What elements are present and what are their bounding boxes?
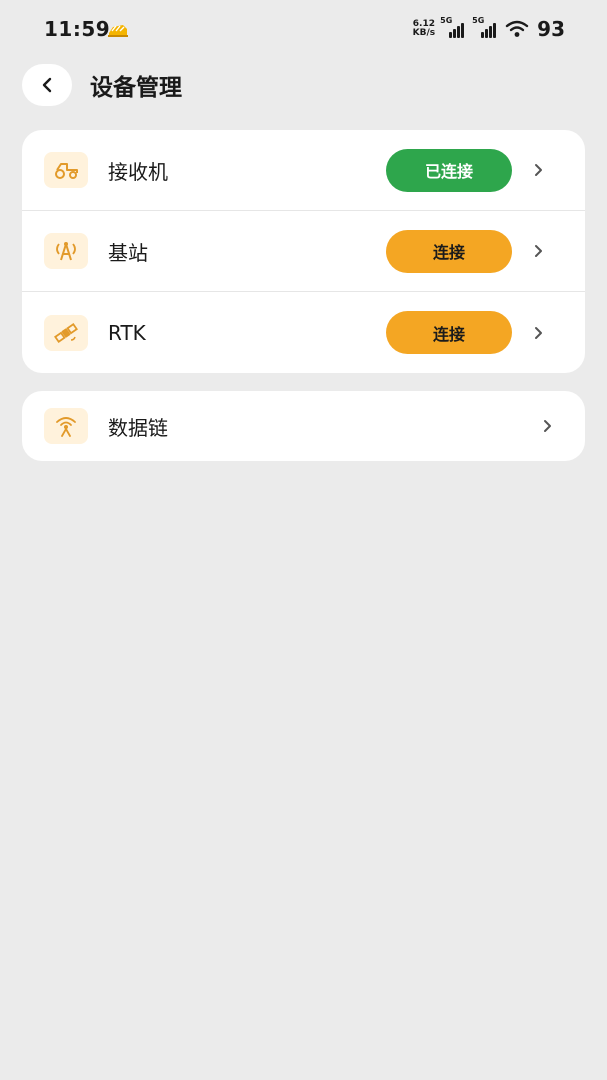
status-bar: 11:59 6.12 KB/s 5G 5G 93 [0, 0, 607, 58]
antenna-icon [44, 233, 88, 269]
app-notification-icon [108, 25, 128, 37]
satellite-icon [44, 314, 88, 351]
back-button[interactable] [22, 64, 72, 106]
wifi-icon [505, 20, 529, 37]
device-label-rtk: RTK [108, 320, 146, 345]
device-row-receiver[interactable]: 接收机 已连接 [22, 130, 585, 211]
chevron-left-icon [42, 77, 52, 93]
status-time: 11:59 [44, 17, 111, 41]
device-row-rtk[interactable]: RTK 连接 [22, 292, 585, 373]
header: 设备管理 [22, 64, 182, 106]
status-indicators: 6.12 KB/s 5G 5G 93 [413, 16, 565, 42]
page-title: 设备管理 [90, 75, 182, 101]
data-link-card: 数据链 [22, 391, 585, 461]
tractor-icon [44, 152, 88, 188]
network-speed: 6.12 KB/s [413, 20, 435, 38]
rtk-connect-button[interactable]: 连接 [386, 311, 512, 354]
network-speed-unit: KB/s [412, 28, 436, 38]
battery-level: 93 [537, 17, 565, 41]
chevron-right-icon [544, 420, 551, 432]
sim1-network-tag: 5G [440, 16, 453, 25]
chevron-right-icon [535, 245, 542, 257]
device-list-card: 接收机 已连接 基站 连接 RTK 连接 [22, 130, 585, 373]
device-row-base-station[interactable]: 基站 连接 [22, 211, 585, 292]
chevron-right-icon [535, 326, 542, 339]
data-link-row[interactable]: 数据链 [22, 391, 585, 461]
device-label-base-station: 基站 [108, 240, 148, 265]
chevron-right-icon [535, 164, 542, 176]
radio-tower-icon [44, 408, 88, 444]
sim2-network-tag: 5G [472, 16, 485, 25]
receiver-status-button[interactable]: 已连接 [386, 148, 512, 192]
sim2-signal-icon: 5G [472, 16, 501, 38]
data-link-label: 数据链 [108, 415, 168, 440]
base-station-connect-button[interactable]: 连接 [386, 229, 512, 273]
device-label-receiver: 接收机 [108, 159, 168, 184]
sim1-signal-icon: 5G [440, 16, 469, 38]
